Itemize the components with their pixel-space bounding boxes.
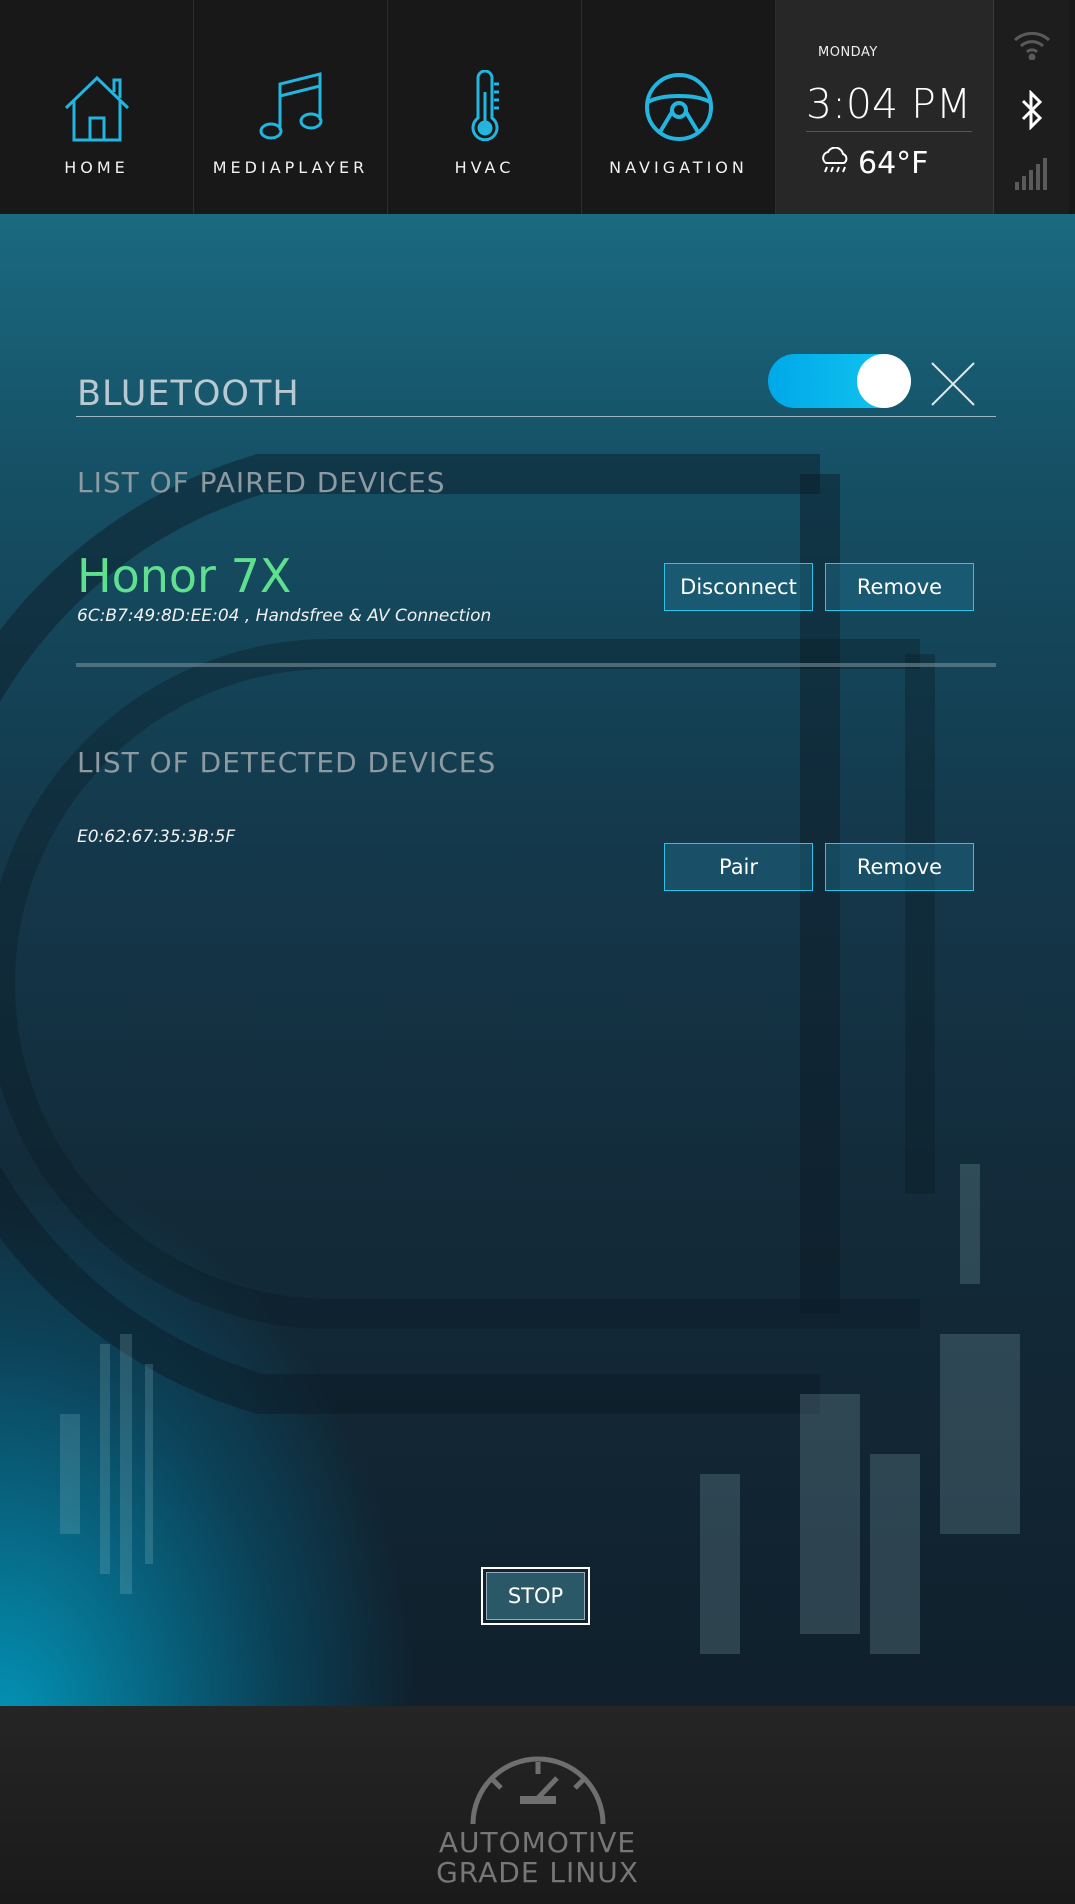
home-icon xyxy=(62,70,132,144)
nav-mediaplayer-label: MEDIAPLAYER xyxy=(212,158,369,177)
stop-button[interactable]: STOP xyxy=(481,1567,590,1625)
pair-button[interactable]: Pair xyxy=(664,843,813,891)
close-icon[interactable] xyxy=(930,361,976,407)
remove-detected-button[interactable]: Remove xyxy=(825,843,974,891)
paired-devices-heading: LIST OF PAIRED DEVICES xyxy=(77,466,446,499)
nav-navigation-label: NAVIGATION xyxy=(609,158,748,177)
toggle-knob xyxy=(857,354,911,408)
music-note-icon xyxy=(256,70,326,144)
bluetooth-title: BLUETOOTH xyxy=(77,374,300,414)
bluetooth-icon[interactable] xyxy=(994,90,1069,130)
paired-device-details: 6C:B7:49:8D:EE:04 , Handsfree & AV Conne… xyxy=(77,606,492,626)
title-divider xyxy=(76,416,996,417)
clock-weather-panel: MONDAY 3:04 PM 64°F xyxy=(776,0,994,214)
nav-hvac-label: HVAC xyxy=(454,158,515,177)
agl-logo-line2: GRADE LINUX xyxy=(436,1856,639,1889)
bluetooth-settings-screen: BLUETOOTH LIST OF PAIRED DEVICES Honor 7… xyxy=(0,214,1075,1706)
day-label: MONDAY xyxy=(818,45,878,60)
clock-time: 3:04 PM xyxy=(806,80,972,128)
temperature: 64°F xyxy=(858,146,929,181)
nav-hvac[interactable]: HVAC xyxy=(388,0,582,214)
detected-device-address: E0:62:67:35:3B:5F xyxy=(77,827,236,847)
agl-logo-line1: AUTOMOTIVE xyxy=(438,1826,637,1859)
steering-wheel-icon xyxy=(642,70,716,144)
footer: AUTOMOTIVE GRADE LINUX xyxy=(0,1706,1075,1904)
rain-cloud-icon xyxy=(818,146,852,181)
thermometer-icon xyxy=(465,70,505,144)
remove-paired-button[interactable]: Remove xyxy=(825,563,974,611)
detected-devices-heading: LIST OF DETECTED DEVICES xyxy=(77,746,497,779)
nav-home-label: HOME xyxy=(64,158,129,177)
nav-navigation[interactable]: NAVIGATION xyxy=(582,0,776,214)
paired-list-divider xyxy=(76,663,996,667)
wifi-icon xyxy=(994,30,1069,60)
speedometer-icon xyxy=(470,1756,606,1825)
top-bar: HOME MEDIAPLAYER HVAC NAVIGATION MONDAY … xyxy=(0,0,1075,214)
background-artwork xyxy=(0,454,1020,1654)
weather-row: 64°F xyxy=(818,146,928,181)
status-panel xyxy=(994,0,1069,214)
paired-device-name: Honor 7X xyxy=(77,549,292,603)
signal-bars-icon xyxy=(994,156,1069,190)
stop-button-label: STOP xyxy=(486,1572,585,1620)
clock-divider xyxy=(806,131,972,132)
nav-mediaplayer[interactable]: MEDIAPLAYER xyxy=(194,0,388,214)
disconnect-button[interactable]: Disconnect xyxy=(664,563,813,611)
nav-home[interactable]: HOME xyxy=(0,0,194,214)
bluetooth-toggle[interactable] xyxy=(768,354,911,408)
